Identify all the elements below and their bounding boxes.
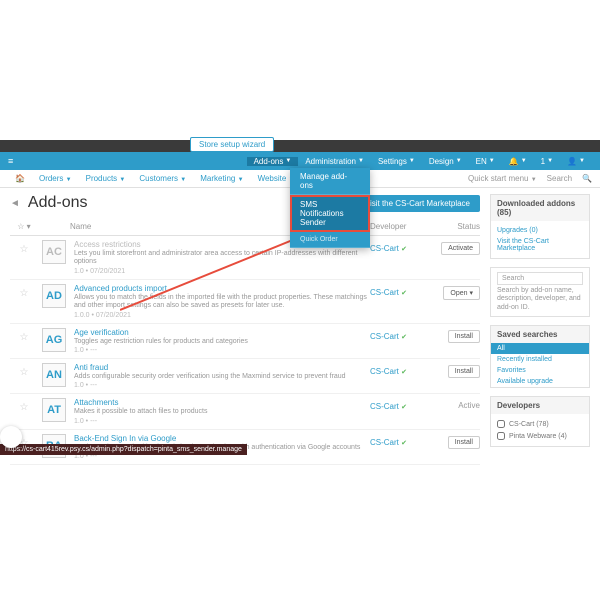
star-icon[interactable]: ☆	[10, 240, 38, 255]
status-button[interactable]: Open ▾	[443, 286, 480, 300]
menu-products[interactable]: Products ▼	[79, 174, 133, 183]
status-text: Active	[458, 401, 480, 410]
table-header: ☆ ▾ Name Developer Status	[10, 218, 480, 236]
menu-marketing[interactable]: Marketing ▼	[193, 174, 250, 183]
table-row: ☆AT AttachmentsMakes it possible to attac…	[10, 394, 480, 429]
addon-name[interactable]: Attachments	[74, 398, 370, 407]
nav-addons[interactable]: Add-ons▼	[247, 157, 299, 166]
star-icon[interactable]: ☆	[10, 328, 38, 343]
table-row: ☆AD Advanced products importAllows you to…	[10, 280, 480, 324]
search-hint: Search by add-on name, description, deve…	[497, 287, 583, 312]
status-url: https://cs-cart415rev.psy.cs/admin.php?d…	[0, 444, 247, 455]
dropdown-sms-notifications[interactable]: SMS Notifications Sender	[290, 195, 370, 232]
addon-icon: AD	[38, 284, 70, 308]
downloaded-addons-header: Downloaded addons (85)	[491, 195, 589, 221]
status-button[interactable]: Install	[448, 330, 480, 343]
nav-design[interactable]: Design▼	[422, 157, 469, 166]
visit-marketplace-link[interactable]: Visit the CS-Cart Marketplace	[497, 236, 583, 254]
saved-searches-header: Saved searches	[491, 326, 589, 343]
store-setup-wizard-button[interactable]: Store setup wizard	[190, 137, 274, 152]
nav-notifications-icon[interactable]: 🔔▼	[502, 157, 534, 166]
nav-settings[interactable]: Settings▼	[371, 157, 422, 166]
developers-box: Developers CS-Cart (78) Pinta Webware (4…	[490, 396, 590, 447]
saved-searches-box: Saved searches All Recently installed Fa…	[490, 325, 590, 388]
saved-search-upgrade[interactable]: Available upgrade	[491, 376, 589, 387]
dropdown-manage-addons[interactable]: Manage add-ons	[290, 168, 370, 195]
addon-version: 1.0 • ---	[74, 347, 370, 354]
saved-search-recent[interactable]: Recently installed	[491, 354, 589, 365]
page-title: Add-ons	[28, 194, 88, 212]
addon-version: 1.0 • ---	[74, 382, 370, 389]
developer-link[interactable]: CS-Cart ✔	[370, 284, 430, 297]
addon-icon: AT	[38, 398, 70, 422]
addon-name[interactable]: Age verification	[74, 328, 370, 337]
addon-icon: AG	[38, 328, 70, 352]
table-row: ☆AN Anti fraudAdds configurable security …	[10, 359, 480, 394]
addon-version: 1.0 • ---	[74, 418, 370, 425]
addon-name[interactable]: Back-End Sign In via Google	[74, 434, 370, 443]
search-box: Search Search by add-on name, descriptio…	[490, 267, 590, 317]
back-icon[interactable]: ◄	[10, 198, 20, 209]
menu-icon[interactable]: ≡	[8, 156, 28, 166]
addon-description: Allows you to match the fields in the im…	[74, 294, 370, 311]
upgrades-link[interactable]: Upgrades (0)	[497, 225, 583, 236]
col-developer[interactable]: Developer	[370, 222, 430, 231]
addon-name[interactable]: Advanced products import	[74, 284, 370, 293]
star-icon[interactable]: ☆	[10, 284, 38, 299]
saved-search-favorites[interactable]: Favorites	[491, 365, 589, 376]
dropdown-quick-order[interactable]: Quick Order	[290, 232, 370, 248]
chat-badge-icon[interactable]	[0, 426, 22, 448]
developer-link[interactable]: CS-Cart ✔	[370, 363, 430, 376]
search-icon[interactable]: 🔍	[582, 174, 592, 183]
developers-header: Developers	[491, 397, 589, 414]
star-icon[interactable]: ☆	[10, 398, 38, 413]
addon-icon: AC	[38, 240, 70, 264]
addon-version: 1.0 • 07/20/2021	[74, 268, 370, 275]
developer-link[interactable]: CS-Cart ✔	[370, 240, 430, 253]
global-search-placeholder[interactable]: Search	[547, 174, 572, 183]
addon-name[interactable]: Anti fraud	[74, 363, 370, 372]
nav-administration[interactable]: Administration▼	[298, 157, 371, 166]
downloaded-addons-box: Downloaded addons (85) Upgrades (0) Visi…	[490, 194, 590, 259]
table-row: ☆AG Age verificationToggles age restricti…	[10, 324, 480, 359]
nav-user-icon[interactable]: 👤▼	[560, 157, 592, 166]
star-icon[interactable]: ☆	[10, 363, 38, 378]
menu-home-icon[interactable]: 🏠	[8, 174, 32, 183]
quick-start-menu[interactable]: Quick start menu ▼	[468, 174, 537, 183]
status-button[interactable]: Install	[448, 365, 480, 378]
addon-description: Toggles age restriction rules for produc…	[74, 338, 370, 346]
developer-link[interactable]: CS-Cart ✔	[370, 434, 430, 447]
table-row: ☆ACAccess restrictionsLets you limit sto…	[10, 236, 480, 280]
saved-search-all[interactable]: All	[491, 343, 589, 354]
col-status[interactable]: Status	[430, 222, 480, 231]
developer-link[interactable]: CS-Cart ✔	[370, 398, 430, 411]
addon-version: 1.0.0 • 07/20/2021	[74, 312, 370, 319]
menu-orders[interactable]: Orders ▼	[32, 174, 79, 183]
addons-dropdown: Manage add-ons SMS Notifications Sender …	[290, 168, 370, 248]
status-button[interactable]: Activate	[441, 242, 480, 255]
addon-description: Lets you limit storefront and administra…	[74, 250, 370, 267]
search-input[interactable]: Search	[497, 272, 583, 285]
addon-description: Makes it possible to attach files to pro…	[74, 408, 370, 416]
status-button[interactable]: Install	[448, 436, 480, 449]
nav-language[interactable]: EN▼	[469, 157, 502, 166]
addon-icon: AN	[38, 363, 70, 387]
addon-description: Adds configurable security order verific…	[74, 373, 370, 381]
dev-cscart-checkbox[interactable]: CS-Cart (78)	[497, 418, 583, 430]
nav-signin[interactable]: 1▼	[534, 157, 560, 166]
dev-pinta-checkbox[interactable]: Pinta Webware (4)	[497, 430, 583, 442]
menu-customers[interactable]: Customers ▼	[132, 174, 193, 183]
visit-marketplace-button[interactable]: Visit the CS-Cart Marketplace	[355, 195, 480, 212]
developer-link[interactable]: CS-Cart ✔	[370, 328, 430, 341]
